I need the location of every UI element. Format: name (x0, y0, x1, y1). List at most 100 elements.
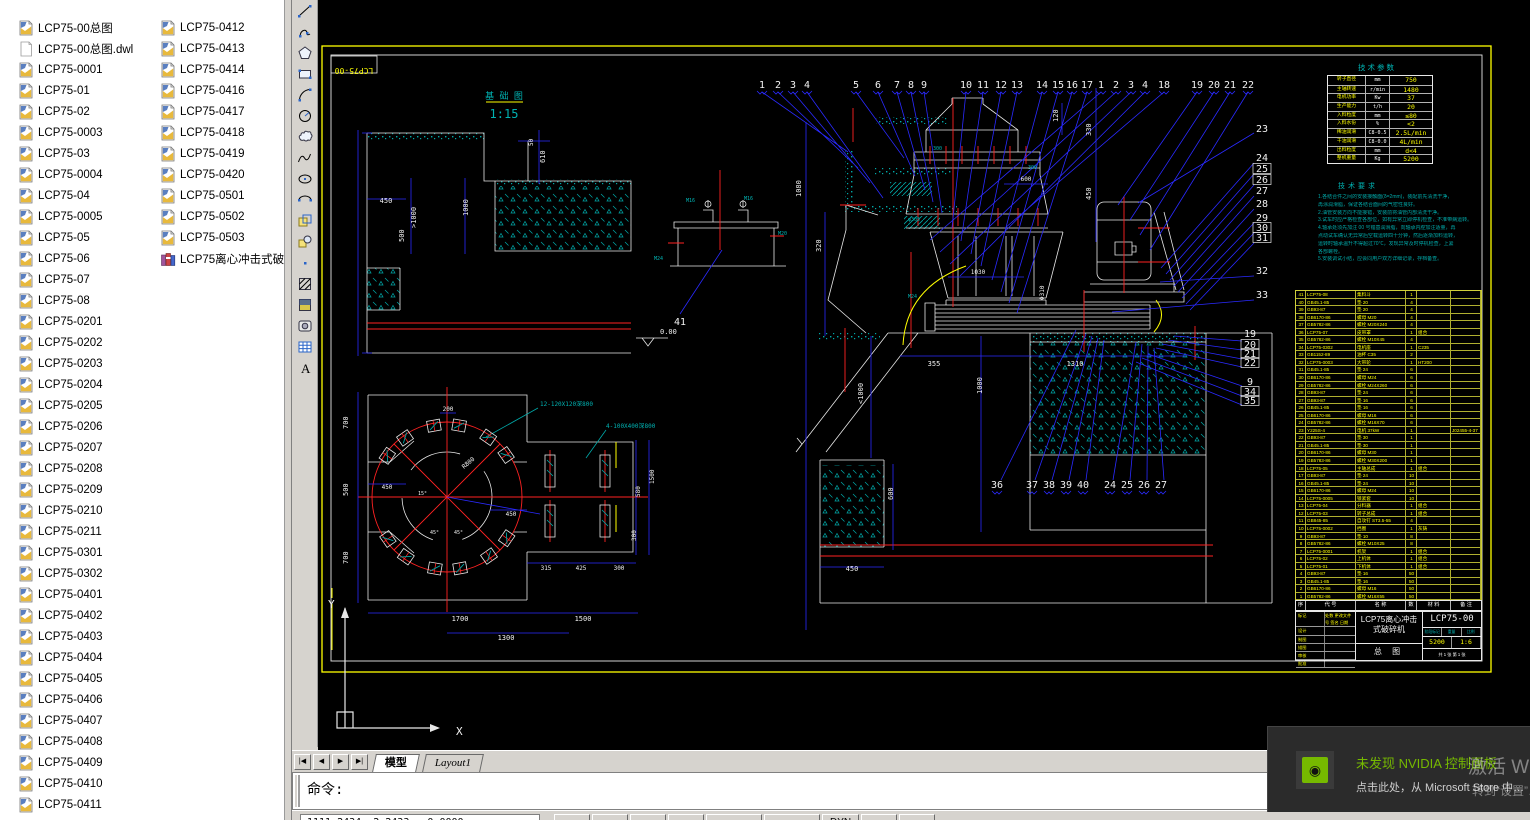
status-toggle-对象捕捉[interactable]: 对象捕捉 (706, 814, 762, 820)
file-item[interactable]: LCP75-08 (18, 290, 158, 311)
file-item[interactable]: LCP75-0206 (18, 416, 158, 437)
point-tool-button[interactable] (293, 252, 317, 273)
svg-text:25: 25 (1121, 480, 1133, 491)
file-item[interactable]: LCP75-0411 (18, 794, 158, 815)
svg-text:R800: R800 (461, 456, 477, 471)
file-item[interactable]: LCP75-0205 (18, 395, 158, 416)
file-item[interactable]: LCP75-0414 (160, 59, 284, 80)
file-item[interactable]: LCP75-0208 (18, 458, 158, 479)
file-item[interactable]: LCP75-0004 (18, 164, 158, 185)
file-item[interactable]: LCP75-0005 (18, 206, 158, 227)
command-window-grip[interactable] (295, 775, 300, 807)
table-tool-button[interactable] (293, 336, 317, 357)
file-name: LCP75-0005 (38, 210, 103, 223)
polygon-tool-button[interactable] (293, 42, 317, 63)
file-item[interactable]: LCP75-0211 (18, 521, 158, 542)
dwg-file-icon (19, 188, 33, 203)
file-item[interactable]: LCP75-0403 (18, 626, 158, 647)
file-item[interactable]: LCP75-0420 (160, 164, 284, 185)
file-item[interactable]: LCP75-0401 (18, 584, 158, 605)
file-item[interactable]: LCP75-0419 (160, 143, 284, 164)
file-item[interactable]: LCP75-0003 (18, 122, 158, 143)
file-item[interactable]: LCP75-0302 (18, 563, 158, 584)
tab-nav-button[interactable]: |◀ (294, 753, 311, 770)
svg-text:M20: M20 (778, 231, 787, 237)
status-toggle-捕捉[interactable]: 捕捉 (554, 814, 590, 820)
gradient-tool-button[interactable] (293, 294, 317, 315)
rectangle-tool-button[interactable] (293, 63, 317, 84)
dwg-file-icon (161, 230, 175, 245)
file-item[interactable]: LCP75-0416 (160, 80, 284, 101)
file-item[interactable]: LCP75-0001 (18, 59, 158, 80)
file-item[interactable]: LCP75-06 (18, 248, 158, 269)
file-item[interactable]: LCP75-0408 (18, 731, 158, 752)
file-item[interactable]: LCP75-00总图 (18, 17, 158, 38)
file-item[interactable]: LCP75-0404 (18, 647, 158, 668)
dwg-file-icon (19, 503, 33, 518)
drawing-canvas[interactable]: LCP75-00 基 础 图 1:15 450 500 >1000 1000 50 610 0.0… (318, 0, 1530, 750)
svg-text:M16: M16 (686, 198, 695, 204)
tab-layout1[interactable]: Layout1 (422, 754, 484, 772)
bom-row: 4 GB93-87 垫 16 50 (1296, 570, 1481, 578)
file-item[interactable]: LCP75-00总图.dwl (18, 38, 158, 59)
ellipse-tool-button[interactable] (293, 168, 317, 189)
file-item[interactable]: LCP75-0204 (18, 374, 158, 395)
region-tool-button[interactable] (293, 315, 317, 336)
multiline-text-tool-button[interactable]: A (293, 357, 317, 378)
file-item[interactable]: LCP75-0413 (160, 38, 284, 59)
tab-model[interactable]: 模型 (372, 754, 420, 772)
nvidia-notification[interactable]: ◉ 未发现 NVIDIA 控制面板 点击此处，从 Microsoft Store… (1267, 726, 1530, 812)
polyline-tool-button[interactable] (293, 21, 317, 42)
circle-tool-button[interactable] (293, 105, 317, 126)
file-item[interactable]: LCP75-0402 (18, 605, 158, 626)
file-item[interactable]: LCP75-0203 (18, 353, 158, 374)
file-item[interactable]: LCP75-0412 (160, 17, 284, 38)
status-toggle-正交[interactable]: 正交 (630, 814, 666, 820)
file-item[interactable]: LCP75-0210 (18, 500, 158, 521)
file-item[interactable]: LCP75-0301 (18, 542, 158, 563)
status-toggle-极轴[interactable]: 极轴 (668, 814, 704, 820)
file-item[interactable]: LCP75-03 (18, 143, 158, 164)
file-item[interactable]: LCP75离心冲击式破碎机 (160, 248, 284, 269)
svg-text:1300: 1300 (498, 634, 515, 642)
arc-tool-button[interactable] (293, 84, 317, 105)
svg-text:1310: 1310 (1067, 360, 1084, 368)
file-item[interactable]: LCP75-05 (18, 227, 158, 248)
status-toggle-DYN[interactable]: DYN (822, 814, 860, 820)
file-item[interactable]: LCP75-0202 (18, 332, 158, 353)
tab-nav-button[interactable]: ◀ (313, 753, 330, 770)
make-block-tool-button[interactable] (293, 231, 317, 252)
tab-nav-button[interactable]: ▶| (351, 753, 368, 770)
file-item[interactable]: LCP75-07 (18, 269, 158, 290)
file-item[interactable]: LCP75-0503 (160, 227, 284, 248)
file-item[interactable]: LCP75-0410 (18, 773, 158, 794)
file-item[interactable]: LCP75-0407 (18, 710, 158, 731)
line-tool-button[interactable] (293, 0, 317, 21)
file-item[interactable]: LCP75-0207 (18, 437, 158, 458)
status-toggle-对象追踪[interactable]: 对象追踪 (764, 814, 820, 820)
svg-text:0.00: 0.00 (660, 328, 677, 336)
file-item[interactable]: LCP75-0502 (160, 206, 284, 227)
status-toggle-栅格[interactable]: 栅格 (592, 814, 628, 820)
file-item[interactable]: LCP75-0501 (160, 185, 284, 206)
file-item[interactable]: LCP75-0406 (18, 689, 158, 710)
status-toggle-线宽[interactable]: 线宽 (861, 814, 898, 820)
insert-block-tool-button[interactable] (293, 210, 317, 231)
file-item[interactable]: LCP75-0201 (18, 311, 158, 332)
file-item[interactable]: LCP75-0417 (160, 101, 284, 122)
file-item[interactable]: LCP75-0209 (18, 479, 158, 500)
tab-nav-button[interactable]: ▶ (332, 753, 349, 770)
status-toggle-模型[interactable]: 模型 (899, 814, 936, 820)
hatch-tool-button[interactable] (293, 273, 317, 294)
ellipse-arc-tool-button[interactable] (293, 189, 317, 210)
file-item[interactable]: LCP75-02 (18, 101, 158, 122)
file-item[interactable]: LCP75-0418 (160, 122, 284, 143)
tech-note-line: 4.轴承处须先加注 00 号锂基润滑脂，向轴承内腔加注适量，再 (1318, 225, 1456, 232)
file-item[interactable]: LCP75-0409 (18, 752, 158, 773)
spline-tool-button[interactable] (293, 147, 317, 168)
file-item[interactable]: LCP75-01 (18, 80, 158, 101)
file-item[interactable]: LCP75-0405 (18, 668, 158, 689)
dwg-file-icon (19, 587, 33, 602)
file-item[interactable]: LCP75-04 (18, 185, 158, 206)
revision-cloud-tool-button[interactable] (293, 126, 317, 147)
